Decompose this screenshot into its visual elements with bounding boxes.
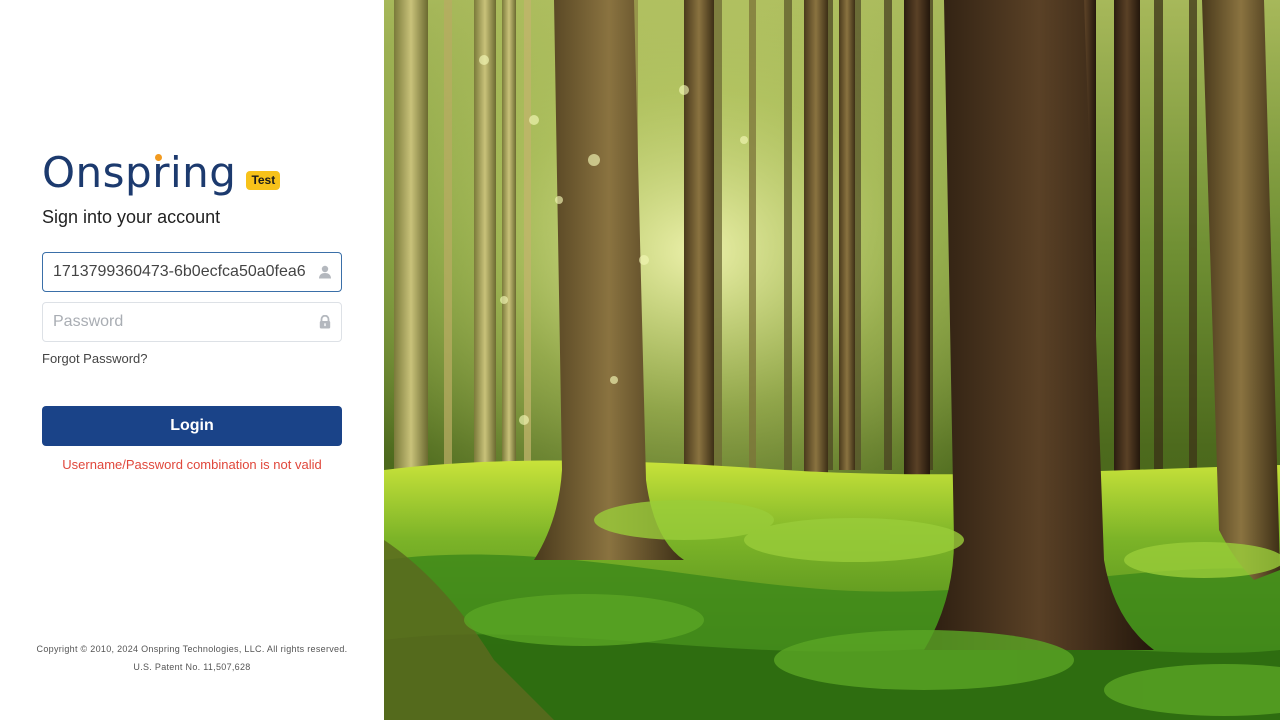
forgot-password-link[interactable]: Forgot Password? [42, 350, 148, 367]
footer: Copyright © 2010, 2024 Onspring Technolo… [0, 640, 384, 676]
environment-badge: Test [246, 171, 281, 190]
patent-text: U.S. Patent No. 11,507,628 [133, 662, 251, 672]
logo-wordmark: Onspring [42, 148, 237, 197]
username-field[interactable] [42, 252, 342, 292]
copyright-text: Copyright © 2010, 2024 Onspring Technolo… [36, 644, 348, 654]
brand-logo: Onspring Test [42, 148, 281, 197]
page-title: Sign into your account [42, 207, 221, 227]
login-panel: Onspring Test Sign into your account For… [0, 0, 384, 720]
password-field[interactable] [42, 302, 342, 342]
logo-accent-dot [155, 154, 162, 161]
error-message: Username/Password combination is not val… [62, 457, 322, 472]
lock-icon [319, 315, 331, 329]
forest-illustration [384, 0, 1280, 720]
forest-background-image [384, 0, 1280, 720]
login-page: Onspring Test Sign into your account For… [0, 0, 1280, 720]
login-button[interactable]: Login [42, 406, 342, 446]
user-icon [319, 265, 331, 279]
password-input[interactable] [43, 303, 305, 341]
username-input[interactable] [43, 253, 305, 291]
